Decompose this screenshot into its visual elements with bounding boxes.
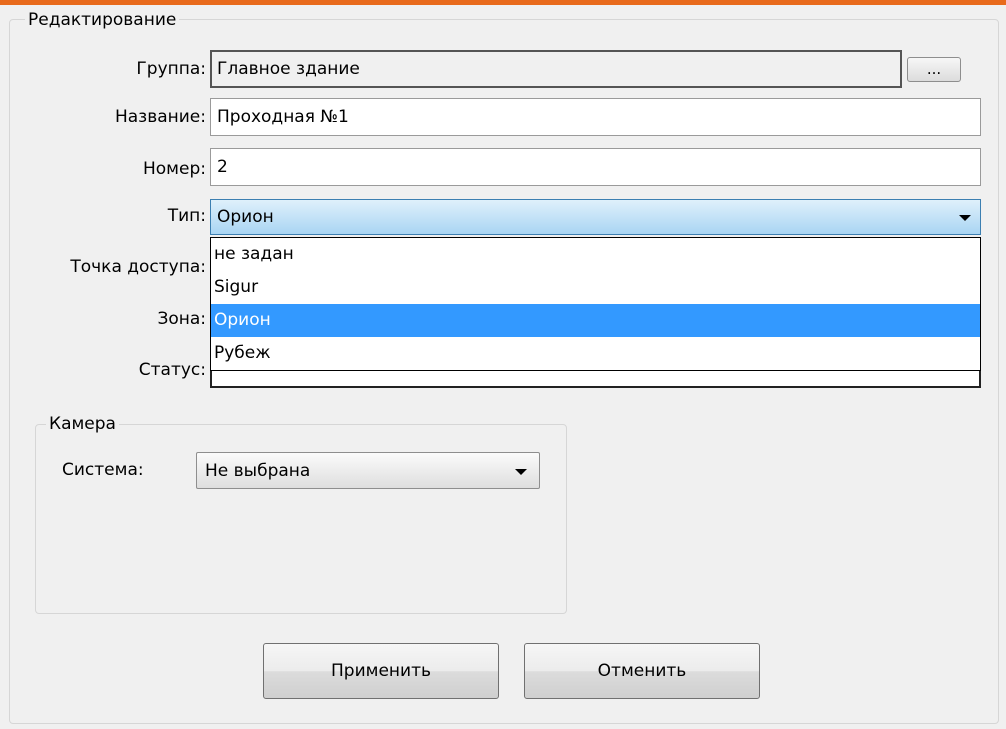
chevron-down-icon — [515, 469, 527, 475]
zone-label: Зона: — [157, 309, 206, 329]
type-dropdown-list: не задан Sigur Орион Рубеж — [210, 237, 981, 371]
accent-bar — [0, 0, 1006, 5]
system-label: Система: — [62, 460, 144, 480]
type-option-orion[interactable]: Орион — [211, 304, 980, 337]
number-value: 2 — [217, 157, 228, 177]
name-label: Название: — [114, 107, 206, 127]
group-browse-button[interactable]: ... — [907, 57, 961, 82]
type-label: Тип: — [167, 206, 206, 226]
number-input[interactable]: 2 — [210, 148, 981, 186]
type-value: Орион — [217, 207, 274, 227]
name-value: Проходная №1 — [217, 107, 349, 127]
type-option-not-set[interactable]: не задан — [211, 238, 980, 271]
camera-system-value: Не выбрана — [205, 460, 311, 481]
cancel-button-label: Отменить — [597, 661, 687, 681]
camera-system-select[interactable]: Не выбрана — [196, 452, 540, 489]
cancel-button[interactable]: Отменить — [524, 643, 760, 699]
camera-groupbox-title: Камера — [46, 413, 119, 435]
access-point-label: Точка доступа: — [70, 257, 206, 277]
type-option-rubezh[interactable]: Рубеж — [211, 337, 980, 370]
group-value: Главное здание — [217, 59, 360, 79]
apply-button[interactable]: Применить — [263, 643, 499, 699]
number-label: Номер: — [143, 159, 206, 179]
type-select[interactable]: Орион — [210, 199, 981, 235]
editing-groupbox-title: Редактирование — [25, 9, 180, 31]
group-label: Группа: — [136, 59, 206, 79]
group-field: Главное здание — [210, 50, 902, 88]
type-option-sigur[interactable]: Sigur — [211, 271, 980, 304]
name-input[interactable]: Проходная №1 — [210, 98, 981, 136]
apply-button-label: Применить — [331, 661, 431, 681]
chevron-down-icon — [959, 215, 971, 221]
status-label: Статус: — [138, 360, 206, 380]
